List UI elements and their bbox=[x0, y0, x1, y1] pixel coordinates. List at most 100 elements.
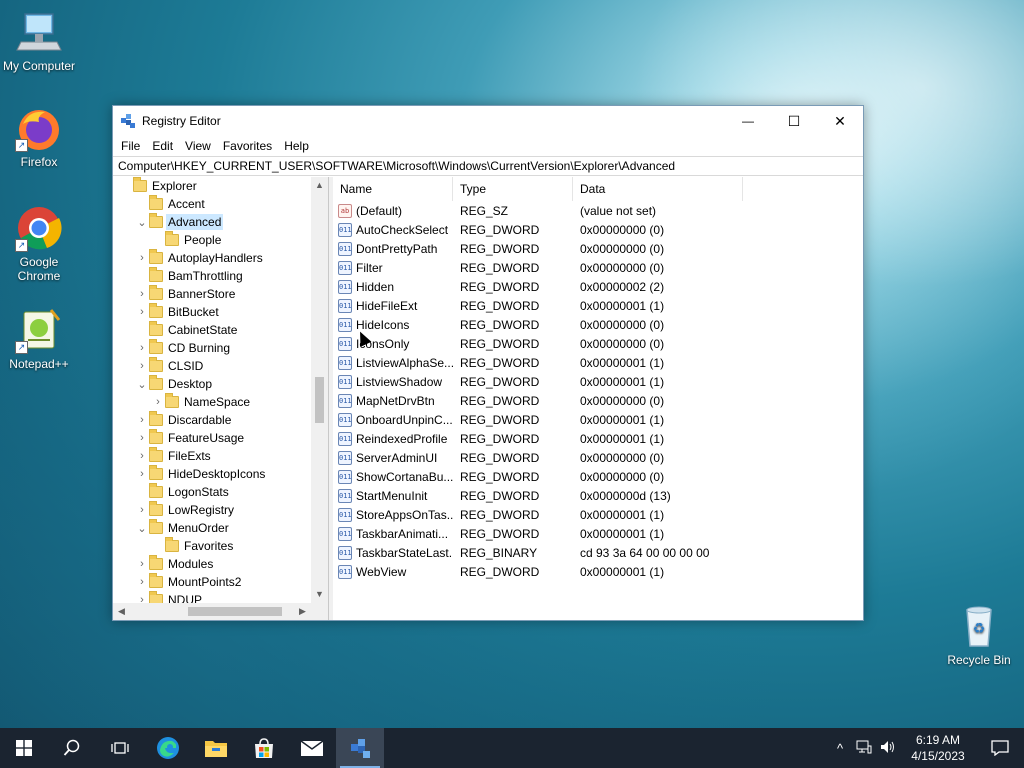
chevron-right-icon[interactable]: › bbox=[135, 594, 149, 603]
value-row[interactable]: 011 ShowCortanaBu... REG_DWORD 0x00000000 (… bbox=[333, 467, 863, 486]
value-row[interactable]: 011 Filter REG_DWORD 0x00000000 (0) bbox=[333, 258, 863, 277]
registry-editor-taskbar-button[interactable] bbox=[336, 728, 384, 768]
tree-view[interactable]: Explorer Accent ⌄ Advanced People › AutoplayHa… bbox=[113, 177, 311, 603]
tree-node[interactable]: Favorites bbox=[113, 537, 311, 555]
tree-node[interactable]: › BannerStore bbox=[113, 285, 311, 303]
desktop-icon-chrome[interactable]: ↗ Google Chrome bbox=[1, 204, 77, 283]
value-row[interactable]: 011 StoreAppsOnTas... REG_DWORD 0x00000001 … bbox=[333, 505, 863, 524]
tree-node[interactable]: › MountPoints2 bbox=[113, 573, 311, 591]
network-icon[interactable] bbox=[852, 740, 876, 757]
tree-node[interactable]: People bbox=[113, 231, 311, 249]
menu-favorites[interactable]: Favorites bbox=[217, 139, 278, 153]
value-row[interactable]: 011 Hidden REG_DWORD 0x00000002 (2) bbox=[333, 277, 863, 296]
tree-node[interactable]: › BitBucket bbox=[113, 303, 311, 321]
scroll-thumb[interactable] bbox=[188, 607, 282, 616]
address-path[interactable]: Computer\HKEY_CURRENT_USER\SOFTWARE\Micr… bbox=[118, 159, 675, 173]
value-row[interactable]: 011 TaskbarAnimati... REG_DWORD 0x00000001 … bbox=[333, 524, 863, 543]
value-row[interactable]: 011 MapNetDrvBtn REG_DWORD 0x00000000 (0) bbox=[333, 391, 863, 410]
desktop-icon-notepad-plus-plus[interactable]: ↗ Notepad++ bbox=[1, 306, 77, 371]
chevron-right-icon[interactable]: › bbox=[135, 252, 149, 264]
value-row[interactable]: 011 AutoCheckSelect REG_DWORD 0x00000000 (0… bbox=[333, 220, 863, 239]
value-row[interactable]: 011 ListviewShadow REG_DWORD 0x00000001 (1) bbox=[333, 372, 863, 391]
value-row[interactable]: 011 OnboardUnpinC... REG_DWORD 0x00000001 (… bbox=[333, 410, 863, 429]
scroll-up-icon[interactable]: ▲ bbox=[311, 177, 328, 194]
value-row[interactable]: 011 TaskbarStateLast... REG_BINARY cd 93 3a… bbox=[333, 543, 863, 562]
address-bar[interactable]: Computer\HKEY_CURRENT_USER\SOFTWARE\Micr… bbox=[113, 156, 863, 176]
menu-edit[interactable]: Edit bbox=[146, 139, 179, 153]
tree-node[interactable]: ⌄ Advanced bbox=[113, 213, 311, 231]
search-button[interactable] bbox=[48, 728, 96, 768]
tree-node[interactable]: › AutoplayHandlers bbox=[113, 249, 311, 267]
tree-node[interactable]: CabinetState bbox=[113, 321, 311, 339]
tree-node[interactable]: › CD Burning bbox=[113, 339, 311, 357]
value-row[interactable]: 011 WebView REG_DWORD 0x00000001 (1) bbox=[333, 562, 863, 581]
file-explorer-taskbar-button[interactable] bbox=[192, 728, 240, 768]
value-row[interactable]: 011 DontPrettyPath REG_DWORD 0x00000000 (0) bbox=[333, 239, 863, 258]
chevron-down-icon[interactable]: ⌄ bbox=[135, 216, 149, 229]
store-taskbar-button[interactable] bbox=[240, 728, 288, 768]
tree-node[interactable]: › HideDesktopIcons bbox=[113, 465, 311, 483]
chevron-right-icon[interactable]: › bbox=[135, 504, 149, 516]
title-bar[interactable]: Registry Editor — ☐ ✕ bbox=[113, 106, 863, 136]
value-row[interactable]: 011 HideFileExt REG_DWORD 0x00000001 (1) bbox=[333, 296, 863, 315]
tree-node[interactable]: LogonStats bbox=[113, 483, 311, 501]
column-header-data[interactable]: Data bbox=[573, 177, 743, 201]
tree-node[interactable]: Explorer bbox=[113, 177, 311, 195]
mail-taskbar-button[interactable] bbox=[288, 728, 336, 768]
desktop-icon-my-computer[interactable]: My Computer bbox=[1, 8, 77, 73]
menu-file[interactable]: File bbox=[115, 139, 146, 153]
tree-node[interactable]: › Modules bbox=[113, 555, 311, 573]
show-hidden-icons-chevron-icon[interactable]: ^ bbox=[828, 741, 852, 756]
chevron-right-icon[interactable]: › bbox=[135, 558, 149, 570]
tree-node[interactable]: › LowRegistry bbox=[113, 501, 311, 519]
desktop-icon-recycle-bin[interactable]: ♻ Recycle Bin bbox=[941, 602, 1017, 667]
scroll-left-icon[interactable]: ◀ bbox=[113, 603, 130, 620]
minimize-button[interactable]: — bbox=[725, 106, 771, 136]
desktop-icon-firefox[interactable]: ↗ Firefox bbox=[1, 104, 77, 169]
chevron-right-icon[interactable]: › bbox=[135, 360, 149, 372]
tree-horizontal-scrollbar[interactable]: ◀ ▶ bbox=[113, 603, 328, 620]
value-row[interactable]: 011 ReindexedProfile REG_DWORD 0x00000001 (… bbox=[333, 429, 863, 448]
values-list[interactable]: ab (Default) REG_SZ (value not set) 011 AutoC… bbox=[333, 201, 863, 581]
chevron-right-icon[interactable]: › bbox=[135, 432, 149, 444]
column-header-name[interactable]: Name bbox=[333, 177, 453, 201]
tree-node[interactable]: › CLSID bbox=[113, 357, 311, 375]
action-center-button[interactable] bbox=[976, 728, 1024, 768]
tree-pane[interactable]: Explorer Accent ⌄ Advanced People › AutoplayHa… bbox=[113, 177, 329, 620]
values-list-pane[interactable]: Name Type Data ab (Default) REG_SZ (value n… bbox=[333, 177, 863, 620]
value-row[interactable]: 011 StartMenuInit REG_DWORD 0x0000000d (13) bbox=[333, 486, 863, 505]
chevron-right-icon[interactable]: › bbox=[135, 450, 149, 462]
tree-node[interactable]: › FeatureUsage bbox=[113, 429, 311, 447]
tree-node[interactable]: ⌄ Desktop bbox=[113, 375, 311, 393]
volume-icon[interactable] bbox=[876, 740, 900, 757]
clock[interactable]: 6:19 AM 4/15/2023 bbox=[900, 732, 976, 764]
chevron-right-icon[interactable]: › bbox=[135, 414, 149, 426]
chevron-down-icon[interactable]: ⌄ bbox=[135, 522, 149, 535]
scroll-right-icon[interactable]: ▶ bbox=[294, 603, 311, 620]
tree-node[interactable]: › Discardable bbox=[113, 411, 311, 429]
chevron-right-icon[interactable]: › bbox=[135, 306, 149, 318]
chevron-right-icon[interactable]: › bbox=[135, 468, 149, 480]
chevron-right-icon[interactable]: › bbox=[135, 576, 149, 588]
menu-help[interactable]: Help bbox=[278, 139, 315, 153]
close-button[interactable]: ✕ bbox=[817, 106, 863, 136]
value-row[interactable]: 011 IconsOnly REG_DWORD 0x00000000 (0) bbox=[333, 334, 863, 353]
menu-view[interactable]: View bbox=[179, 139, 217, 153]
chevron-right-icon[interactable]: › bbox=[151, 396, 165, 408]
value-row[interactable]: 011 ListviewAlphaSe... REG_DWORD 0x00000001… bbox=[333, 353, 863, 372]
tree-node[interactable]: › FileExts bbox=[113, 447, 311, 465]
chevron-right-icon[interactable]: › bbox=[135, 288, 149, 300]
tree-node[interactable]: Accent bbox=[113, 195, 311, 213]
maximize-button[interactable]: ☐ bbox=[771, 106, 817, 136]
tree-node[interactable]: › NDUP bbox=[113, 591, 311, 603]
chevron-down-icon[interactable]: ⌄ bbox=[135, 378, 149, 391]
value-row[interactable]: 011 ServerAdminUI REG_DWORD 0x00000000 (0) bbox=[333, 448, 863, 467]
registry-editor-window[interactable]: Registry Editor — ☐ ✕ File Edit View Fav… bbox=[112, 105, 864, 621]
scroll-thumb[interactable] bbox=[315, 377, 324, 423]
tree-node[interactable]: ⌄ MenuOrder bbox=[113, 519, 311, 537]
column-header-type[interactable]: Type bbox=[453, 177, 573, 201]
value-row[interactable]: 011 HideIcons REG_DWORD 0x00000000 (0) bbox=[333, 315, 863, 334]
scroll-down-icon[interactable]: ▼ bbox=[311, 586, 328, 603]
edge-taskbar-button[interactable] bbox=[144, 728, 192, 768]
value-row[interactable]: ab (Default) REG_SZ (value not set) bbox=[333, 201, 863, 220]
